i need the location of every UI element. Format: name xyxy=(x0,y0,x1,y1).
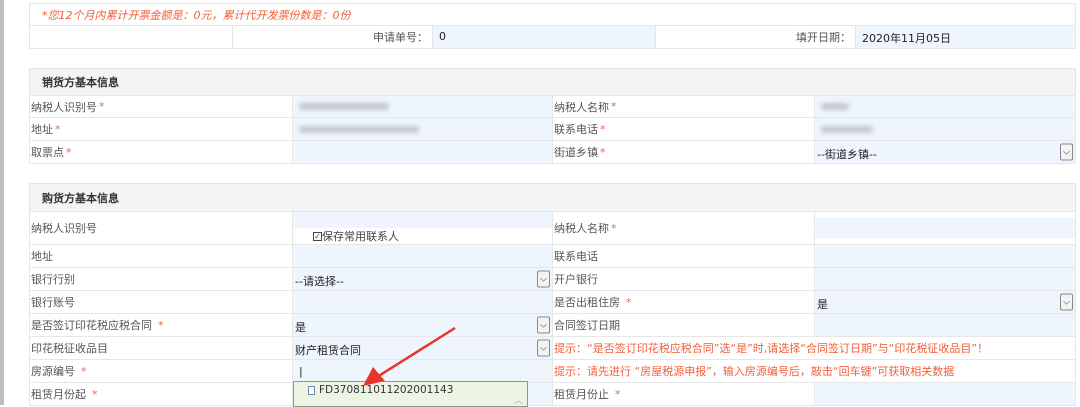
account-label: 银行账号 xyxy=(29,290,293,314)
buyer-taxid-label: 纳税人识别号 xyxy=(29,211,293,245)
chevron-down-icon: ⌵ xyxy=(537,316,550,334)
stamp-item-label: 印花税征收品目 xyxy=(29,336,293,360)
seller-phone-label: 联系电话 * xyxy=(552,117,815,141)
seller-street-label: 街道乡镇 * xyxy=(552,140,815,164)
stamp-tip: 提示：“是否签订印花税应税合同”选“是”时,请选择“合同签订日期”与“印花税征收… xyxy=(552,336,1076,360)
buyer-phone-input[interactable] xyxy=(814,244,1076,268)
rent-end-input[interactable] xyxy=(814,382,1076,406)
bank-label: 开户银行 xyxy=(552,267,815,291)
contract-date-label: 合同签订日期 xyxy=(552,313,815,337)
scroll-up-icon[interactable]: ︿ xyxy=(514,393,523,406)
seller-pickup-label: 取票点 * xyxy=(29,140,293,164)
buyer-name-cell xyxy=(814,211,1076,245)
bank-input[interactable] xyxy=(814,267,1076,291)
seller-street-select[interactable]: --街道乡镇-- ⌵ xyxy=(814,140,1076,164)
account-input[interactable] xyxy=(292,290,553,314)
fill-date-label: 填开日期： xyxy=(655,25,856,49)
chevron-down-icon: ⌵ xyxy=(1060,293,1073,311)
seller-name-value xyxy=(814,95,1076,118)
house-no-label: 房源编号 * xyxy=(29,359,293,383)
chevron-down-icon: ⌵ xyxy=(537,270,550,288)
buyer-taxid-cell: ✓ 保存常用联系人 xyxy=(292,211,553,245)
seller-pickup-field[interactable] xyxy=(292,140,553,164)
buyer-section-title: 购货方基本信息 xyxy=(29,183,1076,212)
document-icon xyxy=(308,385,315,395)
seller-addr-label: 地址 * xyxy=(29,117,293,141)
empty-cell xyxy=(29,25,233,49)
chevron-down-icon: ⌵ xyxy=(1060,143,1073,161)
rent-house-label: 是否出租住房 * xyxy=(552,290,815,314)
seller-section-title: 销货方基本信息 xyxy=(29,68,1076,96)
buyer-name-input[interactable] xyxy=(815,218,1075,238)
buyer-name-label: 纳税人名称 * xyxy=(552,211,815,245)
apply-no-value: 0 xyxy=(432,25,656,49)
seller-phone-value xyxy=(814,117,1076,141)
seller-name-label: 纳税人名称 * xyxy=(552,95,815,118)
rent-house-select[interactable]: 是 ⌵ xyxy=(814,290,1076,314)
stamp-contract-label: 是否签订印花税应税合同 * xyxy=(29,313,293,337)
fill-date-value: 2020年11月05日 xyxy=(855,25,1076,49)
house-tip: 提示：请先进行 “房屋税源申报”，输入房源编号后，敲击“回车键”可获取相关数据 xyxy=(552,359,1076,383)
seller-taxid-label: 纳税人识别号 * xyxy=(29,95,293,118)
rent-end-label: 租赁月份止 * xyxy=(552,382,815,406)
seller-addr-value xyxy=(292,117,553,141)
apply-no-label: 申请单号： xyxy=(232,25,433,49)
buyer-taxid-input[interactable] xyxy=(293,212,552,228)
bank-type-select[interactable]: --请选择-- ⌵ xyxy=(292,267,553,291)
save-contact-checkbox[interactable]: ✓ 保存常用联系人 xyxy=(293,228,399,244)
bank-type-label: 银行行别 xyxy=(29,267,293,291)
red-arrow-annotation xyxy=(363,326,456,386)
seller-taxid-value xyxy=(292,95,553,118)
buyer-phone-label: 联系电话 xyxy=(552,244,815,268)
contract-date-input[interactable] xyxy=(814,313,1076,337)
rent-start-label: 租赁月份起 * xyxy=(29,382,293,406)
buyer-addr-input[interactable] xyxy=(292,244,553,268)
chevron-down-icon: ⌵ xyxy=(537,339,550,357)
left-border xyxy=(0,0,4,405)
buyer-addr-label: 地址 xyxy=(29,244,293,268)
checkbox-checked-icon: ✓ xyxy=(313,231,322,241)
invoice-notice: *您12个月内累计开票金额是：0元，累计代开发票份数是：0份 xyxy=(29,3,1076,26)
